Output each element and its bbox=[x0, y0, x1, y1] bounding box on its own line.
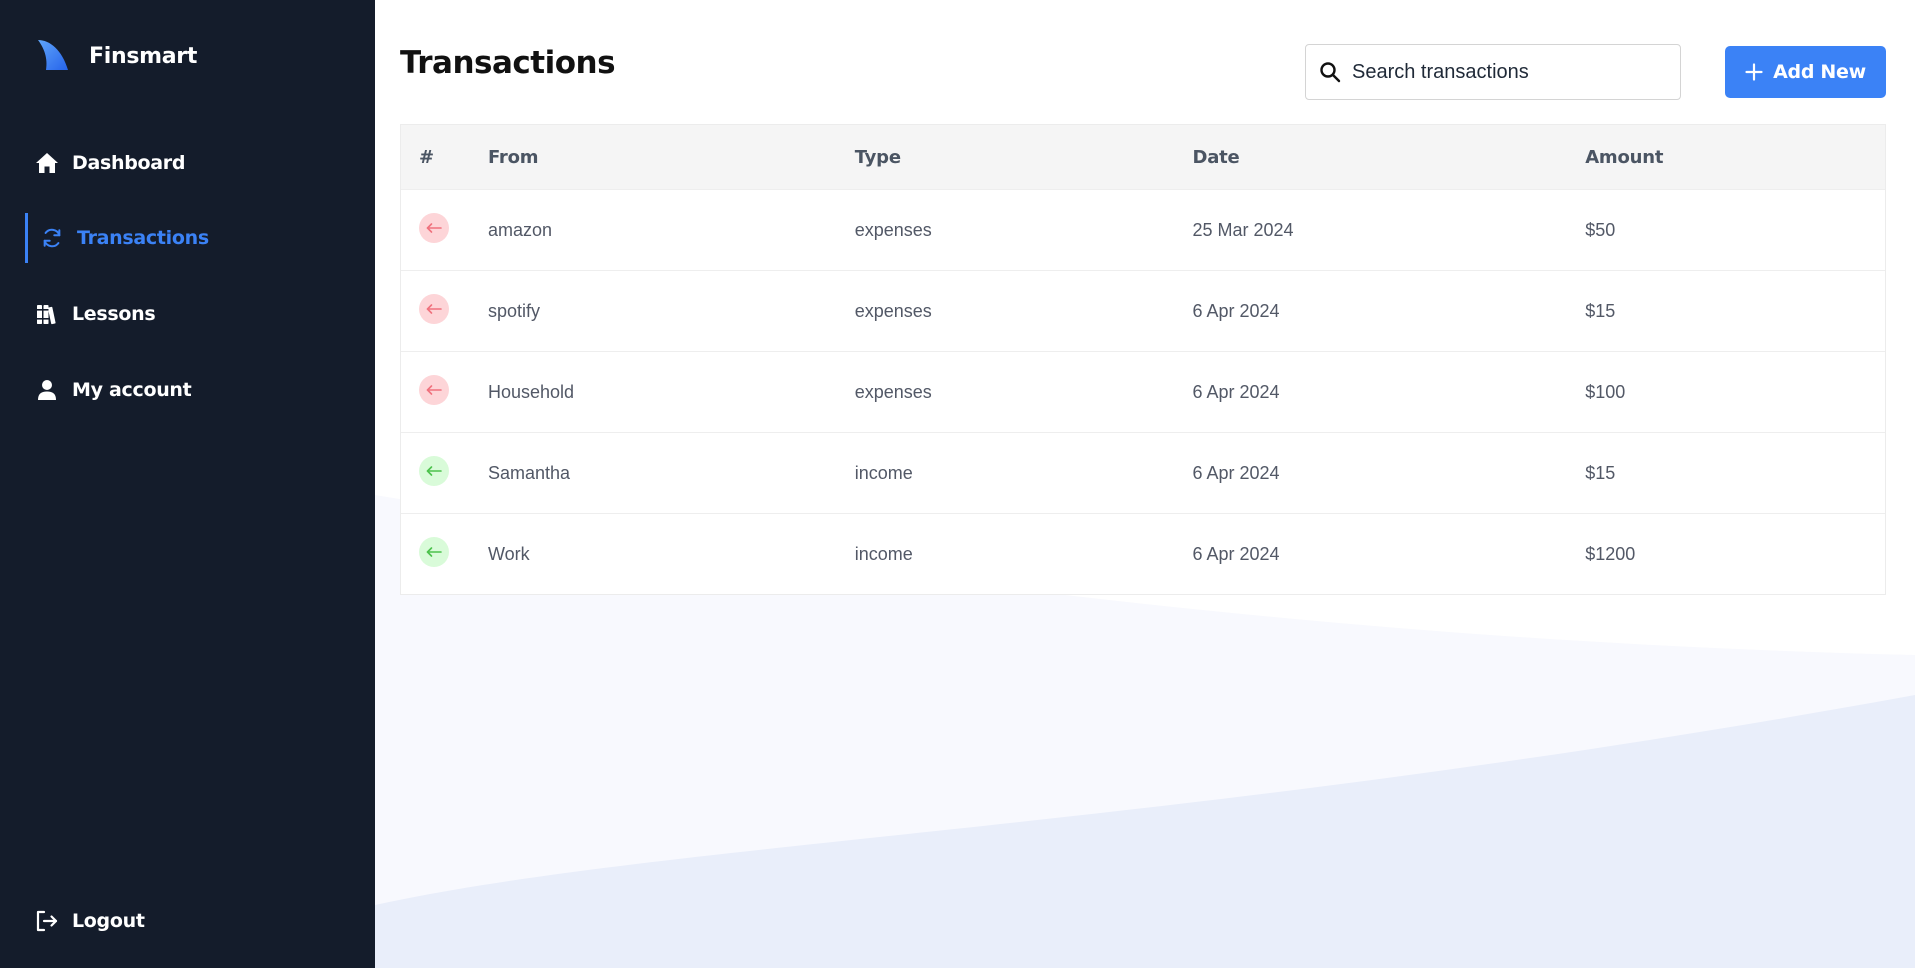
type-cell: expenses bbox=[854, 381, 932, 402]
from-cell: amazon bbox=[487, 219, 552, 240]
from-cell: Samantha bbox=[487, 462, 571, 483]
direction-cell bbox=[401, 294, 488, 324]
type-cell: income bbox=[854, 543, 913, 564]
from-cell: Household bbox=[487, 381, 575, 402]
expense-arrow-icon bbox=[419, 213, 449, 243]
sidebar-item-label: Lessons bbox=[72, 303, 156, 325]
sidebar-item-dashboard[interactable]: Dashboard bbox=[25, 138, 345, 188]
column-header-type[interactable]: Type bbox=[855, 147, 1193, 168]
type-cell: income bbox=[854, 462, 913, 483]
add-new-label: Add New bbox=[1773, 61, 1866, 83]
user-icon bbox=[34, 377, 60, 403]
transactions-table: # From Type Date Amount amazon expenses … bbox=[400, 124, 1886, 595]
search-input[interactable] bbox=[1352, 60, 1652, 84]
logout-icon bbox=[34, 908, 60, 934]
date-cell: 6 Apr 2024 bbox=[1192, 462, 1280, 483]
table-row[interactable]: Samantha income 6 Apr 2024 $15 bbox=[401, 432, 1885, 513]
table-row[interactable]: amazon expenses 25 Mar 2024 $50 bbox=[401, 189, 1885, 270]
logout-button[interactable]: Logout bbox=[25, 896, 345, 946]
main-content: Transactions Add New # From Type Date Am… bbox=[375, 0, 1915, 968]
type-cell: expenses bbox=[854, 219, 932, 240]
finsmart-logo-icon bbox=[36, 36, 70, 77]
direction-cell bbox=[401, 213, 488, 243]
date-cell: 6 Apr 2024 bbox=[1192, 543, 1280, 564]
logout-label: Logout bbox=[72, 910, 145, 932]
brand-name: Finsmart bbox=[89, 44, 198, 69]
add-new-button[interactable]: Add New bbox=[1725, 46, 1886, 98]
sidebar-item-label: Transactions bbox=[77, 227, 209, 249]
sidebar: Finsmart Dashboard Transactions Lessons … bbox=[0, 0, 375, 968]
income-arrow-icon bbox=[419, 456, 449, 486]
direction-cell bbox=[401, 456, 488, 486]
sidebar-item-label: Dashboard bbox=[72, 152, 186, 174]
date-cell: 6 Apr 2024 bbox=[1192, 381, 1280, 402]
from-cell: spotify bbox=[487, 300, 540, 321]
column-header-amount[interactable]: Amount bbox=[1585, 147, 1885, 168]
sidebar-item-my-account[interactable]: My account bbox=[25, 365, 345, 415]
home-icon bbox=[34, 150, 60, 176]
column-header-date[interactable]: Date bbox=[1192, 147, 1585, 168]
books-icon bbox=[34, 301, 60, 327]
sidebar-item-label: My account bbox=[72, 379, 192, 401]
table-header: # From Type Date Amount bbox=[401, 125, 1885, 189]
refresh-icon bbox=[39, 225, 65, 251]
amount-cell: $15 bbox=[1585, 300, 1616, 321]
table-row[interactable]: Household expenses 6 Apr 2024 $100 bbox=[401, 351, 1885, 432]
amount-cell: $15 bbox=[1585, 462, 1616, 483]
income-arrow-icon bbox=[419, 537, 449, 567]
plus-icon bbox=[1745, 63, 1763, 81]
expense-arrow-icon bbox=[419, 375, 449, 405]
amount-cell: $50 bbox=[1585, 219, 1616, 240]
direction-cell bbox=[401, 537, 488, 567]
column-header-number[interactable]: # bbox=[401, 147, 488, 168]
sidebar-item-transactions[interactable]: Transactions bbox=[25, 213, 345, 263]
brand[interactable]: Finsmart bbox=[36, 36, 197, 77]
table-row[interactable]: Work income 6 Apr 2024 $1200 bbox=[401, 513, 1885, 594]
sidebar-item-lessons[interactable]: Lessons bbox=[25, 289, 345, 339]
amount-cell: $100 bbox=[1585, 381, 1626, 402]
amount-cell: $1200 bbox=[1585, 543, 1636, 564]
column-header-from[interactable]: From bbox=[488, 147, 855, 168]
search-icon bbox=[1318, 60, 1342, 84]
search-box[interactable] bbox=[1305, 44, 1681, 100]
direction-cell bbox=[401, 375, 488, 405]
expense-arrow-icon bbox=[419, 294, 449, 324]
date-cell: 25 Mar 2024 bbox=[1192, 219, 1294, 240]
type-cell: expenses bbox=[854, 300, 932, 321]
page-title: Transactions bbox=[400, 45, 616, 81]
table-row[interactable]: spotify expenses 6 Apr 2024 $15 bbox=[401, 270, 1885, 351]
date-cell: 6 Apr 2024 bbox=[1192, 300, 1280, 321]
from-cell: Work bbox=[487, 543, 530, 564]
